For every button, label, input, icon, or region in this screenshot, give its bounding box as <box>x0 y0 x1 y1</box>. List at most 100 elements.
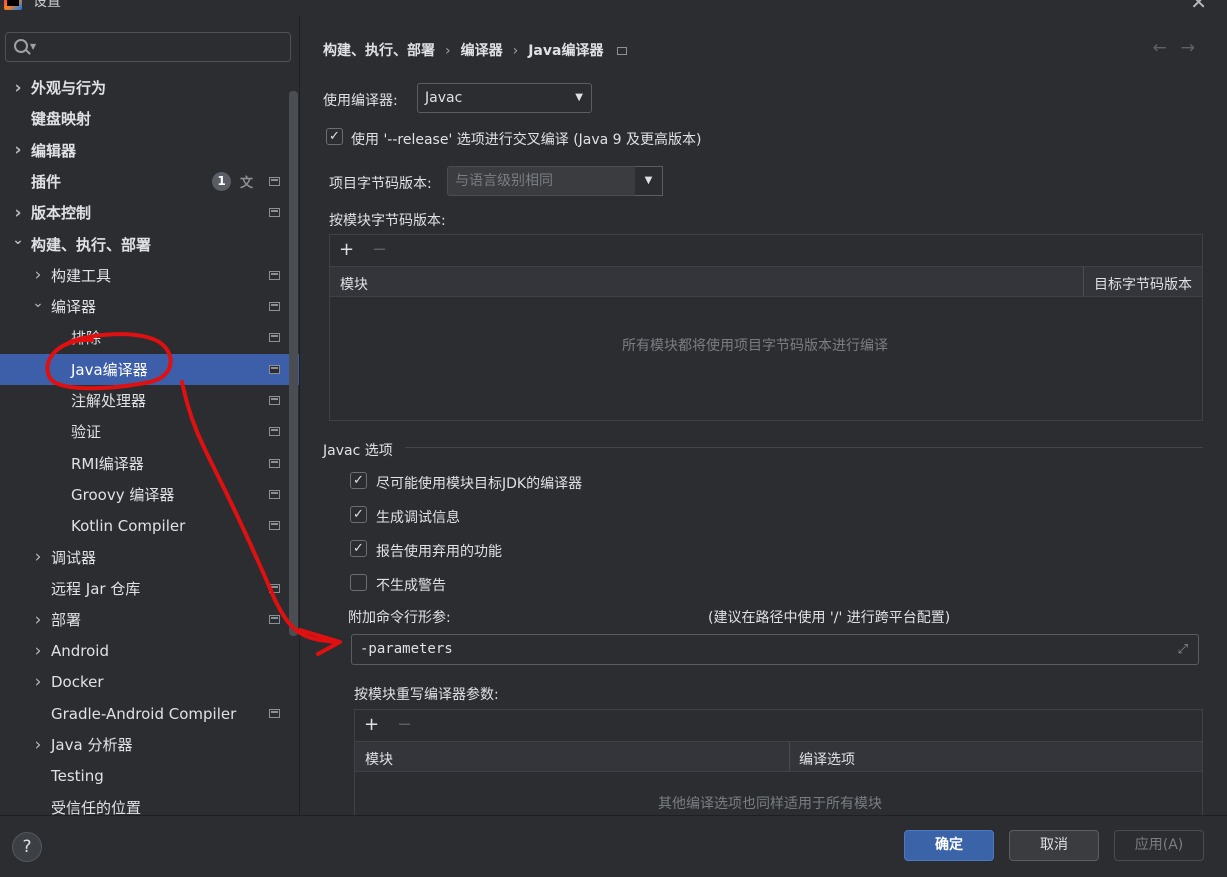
breadcrumb-separator-icon: › <box>445 43 451 59</box>
sidebar-item-label: 调试器 <box>51 548 97 567</box>
remove-icon: − <box>397 714 413 735</box>
dialog-button-bar: ? 确定 取消 应用(A) <box>0 815 1227 877</box>
settings-sidebar: ▼ › 外观与行为 键盘映射 › 编辑器 插件 1 ⽂ › 版本控制 ⌄ 构建、执行、部署 › 构建工具 ⌄… <box>0 16 300 815</box>
column-header-module[interactable]: 模块 <box>340 274 368 294</box>
sidebar-item[interactable]: › 外观与行为 <box>0 72 299 103</box>
sidebar-item[interactable]: Testing <box>0 761 299 792</box>
sidebar-item[interactable]: Java编译器 <box>0 353 299 385</box>
sidebar-item[interactable]: Kotlin Compiler <box>0 510 299 541</box>
sidebar-item[interactable]: › 部署 <box>0 604 299 635</box>
release-option-checkbox[interactable]: ✓ <box>326 128 343 145</box>
sidebar-item[interactable]: 排除 <box>0 322 299 353</box>
project-scope-icon <box>269 208 280 218</box>
bytecode-version-select[interactable]: 与语言级别相同 <box>447 166 637 196</box>
sidebar-scrollbar[interactable] <box>289 91 298 636</box>
column-divider[interactable] <box>1083 267 1084 296</box>
translate-icon: ⽂ <box>240 175 254 191</box>
cmd-params-value: -parameters <box>360 641 453 657</box>
back-arrow-icon[interactable]: ← <box>1153 38 1181 58</box>
column-divider[interactable] <box>789 742 790 771</box>
column-header-module[interactable]: 模块 <box>365 749 393 769</box>
breadcrumb-separator-icon: › <box>512 43 519 59</box>
sidebar-item-label: 注解处理器 <box>71 392 147 410</box>
chevron-down-icon[interactable]: ⌄ <box>12 232 24 248</box>
javac-section-title: Javac 选项 <box>323 443 393 459</box>
ok-button[interactable]: 确定 <box>904 830 994 861</box>
chevron-right-icon[interactable]: › <box>12 78 24 98</box>
sidebar-item[interactable]: › Android <box>0 635 299 666</box>
compiler-select[interactable]: Javac ▼ <box>417 83 592 113</box>
bytecode-dropdown-button[interactable]: ▼ <box>635 166 663 196</box>
sidebar-item[interactable]: Gradle-Android Compiler <box>0 698 299 729</box>
bytecode-version-placeholder: 与语言级别相同 <box>455 173 553 189</box>
sidebar-item[interactable]: 插件 1 ⽂ <box>0 166 299 197</box>
history-nav: ←→ <box>1153 38 1210 58</box>
chevron-right-icon[interactable]: › <box>12 203 24 223</box>
sidebar-item[interactable]: › 版本控制 <box>0 197 299 228</box>
sidebar-item[interactable]: 远程 Jar 仓库 <box>0 573 299 604</box>
project-scope-icon <box>269 427 280 437</box>
sidebar-item[interactable]: 受信任的位置 <box>0 792 299 815</box>
compiler-label: 使用编译器: <box>323 93 398 109</box>
add-icon[interactable]: + <box>364 714 379 735</box>
forward-arrow-icon[interactable]: → <box>1181 38 1209 58</box>
sidebar-item[interactable]: ⌄ 编译器 <box>0 291 299 322</box>
add-icon[interactable]: + <box>339 239 354 260</box>
breadcrumb-item[interactable]: 编译器 <box>461 43 503 59</box>
sidebar-item[interactable]: Groovy 编译器 <box>0 479 299 510</box>
chevron-right-icon[interactable]: › <box>32 672 44 692</box>
sidebar-item[interactable]: › Java 分析器 <box>0 729 299 760</box>
sidebar-item-label: 验证 <box>71 423 102 442</box>
chevron-right-icon[interactable]: › <box>32 641 44 661</box>
sidebar-item-label: Groovy 编译器 <box>71 485 175 504</box>
javac-option-checkbox[interactable] <box>350 574 367 591</box>
chevron-right-icon[interactable]: › <box>32 735 44 755</box>
sidebar-item[interactable]: 注解处理器 <box>0 385 299 416</box>
sidebar-item[interactable]: › 构建工具 <box>0 260 299 291</box>
sidebar-item[interactable]: RMI编译器 <box>0 448 299 479</box>
update-count-badge: 1 <box>212 171 231 191</box>
chevron-down-icon[interactable]: ⌄ <box>32 295 44 311</box>
javac-option-checkbox[interactable]: ✓ <box>350 540 367 557</box>
close-icon[interactable]: ✕ <box>1190 0 1207 12</box>
chevron-right-icon[interactable]: › <box>12 140 24 160</box>
javac-option-checkbox[interactable]: ✓ <box>350 472 367 489</box>
cancel-button[interactable]: 取消 <box>1009 830 1099 861</box>
remove-icon: − <box>372 239 388 260</box>
chevron-down-icon[interactable]: ▼ <box>30 42 36 51</box>
chevron-right-icon[interactable]: › <box>32 547 44 567</box>
cmd-params-input[interactable]: -parameters ⤢ <box>351 634 1199 665</box>
project-scope-icon <box>269 270 280 280</box>
javac-option-checkbox[interactable]: ✓ <box>350 506 367 523</box>
help-button[interactable]: ? <box>12 832 42 862</box>
chevron-right-icon[interactable]: › <box>32 610 44 630</box>
sidebar-item[interactable]: 验证 <box>0 416 299 447</box>
apply-button[interactable]: 应用(A) <box>1114 830 1204 861</box>
breadcrumb-item[interactable]: 构建、执行、部署 <box>323 43 435 59</box>
title-bar: 设置 ✕ <box>0 0 1227 12</box>
sidebar-item-label: 插件 <box>31 172 62 191</box>
bytecode-version-label: 项目字节码版本: <box>329 176 432 192</box>
breadcrumb: 构建、执行、部署 › 编译器 › Java编译器 <box>323 40 628 60</box>
column-header-target-version[interactable]: 目标字节码版本 <box>1094 274 1192 294</box>
empty-table-text: 其他编译选项也同样适用于所有模块 <box>658 796 882 812</box>
intellij-logo-icon <box>4 0 22 10</box>
per-module-bytecode-table: + − 模块 目标字节码版本 所有模块都将使用项目字节码版本进行编译 <box>329 234 1203 421</box>
chevron-right-icon[interactable]: › <box>32 265 44 285</box>
window-title: 设置 <box>33 0 61 10</box>
javac-option-label: 不生成警告 <box>376 578 446 594</box>
sidebar-item-label: Testing <box>51 767 104 786</box>
sidebar-item[interactable]: › Docker <box>0 667 299 698</box>
sidebar-item-label: Docker <box>51 673 104 692</box>
settings-search-input[interactable]: ▼ <box>5 32 291 62</box>
expand-icon[interactable]: ⤢ <box>1178 635 1188 664</box>
per-module-bytecode-label: 按模块字节码版本: <box>329 213 446 229</box>
empty-table-text: 所有模块都将使用项目字节码版本进行编译 <box>622 338 888 354</box>
sidebar-item[interactable]: 键盘映射 <box>0 103 299 134</box>
settings-main-panel: 构建、执行、部署 › 编译器 › Java编译器 ←→ 使用编译器: Javac ▼ ✓… <box>301 16 1227 815</box>
sidebar-item[interactable]: ⌄ 构建、执行、部署 <box>0 229 299 260</box>
sidebar-item[interactable]: › 编辑器 <box>0 135 299 166</box>
sidebar-item[interactable]: › 调试器 <box>0 542 299 573</box>
sidebar-item-label: Android <box>51 641 109 660</box>
column-header-compile-options[interactable]: 编译选项 <box>799 749 855 769</box>
